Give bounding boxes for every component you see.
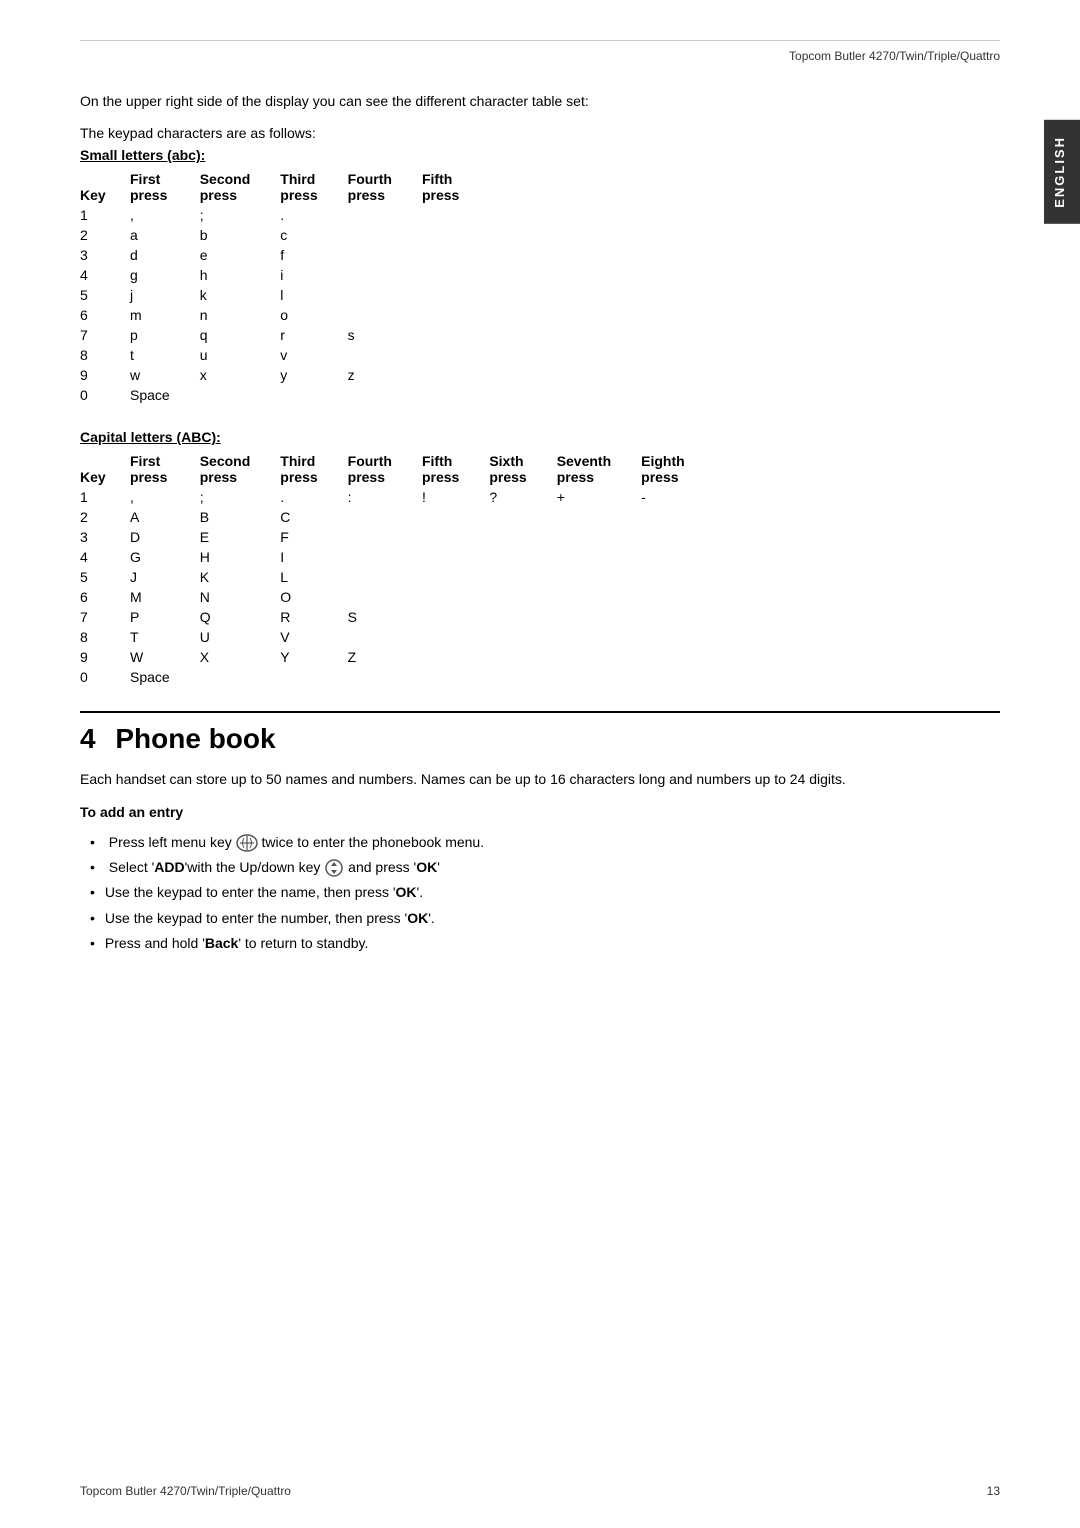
side-tab: ENGLISH — [1044, 120, 1080, 224]
col-first: Firstpress — [130, 169, 200, 205]
intro-line1: On the upper right side of the display y… — [80, 93, 1000, 109]
table-row: 0Space — [80, 667, 715, 687]
table-row: 5jkl — [80, 285, 489, 305]
header-bar: Topcom Butler 4270/Twin/Triple/Quattro — [80, 40, 1000, 73]
small-letters-section: Small letters (abc): Key Firstpress Seco… — [80, 147, 1000, 405]
page: Topcom Butler 4270/Twin/Triple/Quattro E… — [0, 0, 1080, 1528]
cap-col-eighth: Eighthpress — [641, 451, 715, 487]
footer: Topcom Butler 4270/Twin/Triple/Quattro 1… — [80, 1484, 1000, 1498]
bullet-1: Press left menu key twice to enter the p… — [90, 830, 1000, 855]
small-letters-table: Key Firstpress Secondpress Thirdpress Fo… — [80, 169, 489, 405]
table-row: 1,;. — [80, 205, 489, 225]
chapter-number: 4 — [80, 723, 96, 754]
cap-col-second: Secondpress — [200, 451, 281, 487]
table-row: 3DEF — [80, 527, 715, 547]
cap-col-first: Firstpress — [130, 451, 200, 487]
small-letters-title: Small letters (abc): — [80, 147, 1000, 163]
table-row: 0Space — [80, 385, 489, 405]
cap-col-seventh: Seventhpress — [557, 451, 641, 487]
col-key: Key — [80, 169, 130, 205]
footer-brand: Topcom Butler 4270/Twin/Triple/Quattro — [80, 1484, 291, 1498]
table-row: 5JKL — [80, 567, 715, 587]
bullet-3: Use the keypad to enter the name, then p… — [90, 880, 1000, 905]
col-fourth: Fourthpress — [348, 169, 422, 205]
table-row: 9WXYZ — [80, 647, 715, 667]
col-fifth: Fifthpress — [422, 169, 489, 205]
table-row: 6mno — [80, 305, 489, 325]
table-row: 6MNO — [80, 587, 715, 607]
bullet-5: Press and hold 'Back' to return to stand… — [90, 931, 1000, 956]
table-row: 4GHI — [80, 547, 715, 567]
capital-letters-header-row: Key Firstpress Secondpress Thirdpress Fo… — [80, 451, 715, 487]
small-letters-header-row: Key Firstpress Secondpress Thirdpress Fo… — [80, 169, 489, 205]
cap-col-fourth: Fourthpress — [348, 451, 422, 487]
table-row: 8tuv — [80, 345, 489, 365]
cap-col-sixth: Sixthpress — [489, 451, 556, 487]
table-row: 1,;.:!?+- — [80, 487, 715, 507]
cap-col-fifth: Fifthpress — [422, 451, 489, 487]
chapter-title: Phone book — [115, 723, 275, 754]
capital-letters-section: Capital letters (ABC): Key Firstpress Se… — [80, 429, 1000, 687]
table-row: 7PQRS — [80, 607, 715, 627]
add-entry-bullets: Press left menu key twice to enter the p… — [80, 830, 1000, 956]
cap-col-key: Key — [80, 451, 130, 487]
bullet-2: Select 'ADD'with the Up/down key and pre… — [90, 855, 1000, 880]
table-row: 2abc — [80, 225, 489, 245]
col-second: Secondpress — [200, 169, 281, 205]
footer-page-number: 13 — [987, 1484, 1000, 1498]
table-row: 2ABC — [80, 507, 715, 527]
table-row: 9wxyz — [80, 365, 489, 385]
cap-col-third: Thirdpress — [280, 451, 347, 487]
col-third: Thirdpress — [280, 169, 347, 205]
add-entry-heading: To add an entry — [80, 804, 1000, 820]
table-row: 7pqrs — [80, 325, 489, 345]
table-row: 8TUV — [80, 627, 715, 647]
nav-key-icon — [324, 859, 344, 877]
table-row: 3def — [80, 245, 489, 265]
table-row: 4ghi — [80, 265, 489, 285]
phone-book-description: Each handset can store up to 50 names an… — [80, 769, 1000, 790]
phone-book-section: 4 Phone book Each handset can store up t… — [80, 711, 1000, 956]
bullet-4: Use the keypad to enter the number, then… — [90, 906, 1000, 931]
header-brand: Topcom Butler 4270/Twin/Triple/Quattro — [789, 49, 1000, 63]
menu-key-icon — [236, 834, 258, 852]
capital-letters-table: Key Firstpress Secondpress Thirdpress Fo… — [80, 451, 715, 687]
chapter-heading: 4 Phone book — [80, 711, 1000, 755]
keypad-intro: The keypad characters are as follows: — [80, 125, 1000, 141]
capital-letters-title: Capital letters (ABC): — [80, 429, 1000, 445]
